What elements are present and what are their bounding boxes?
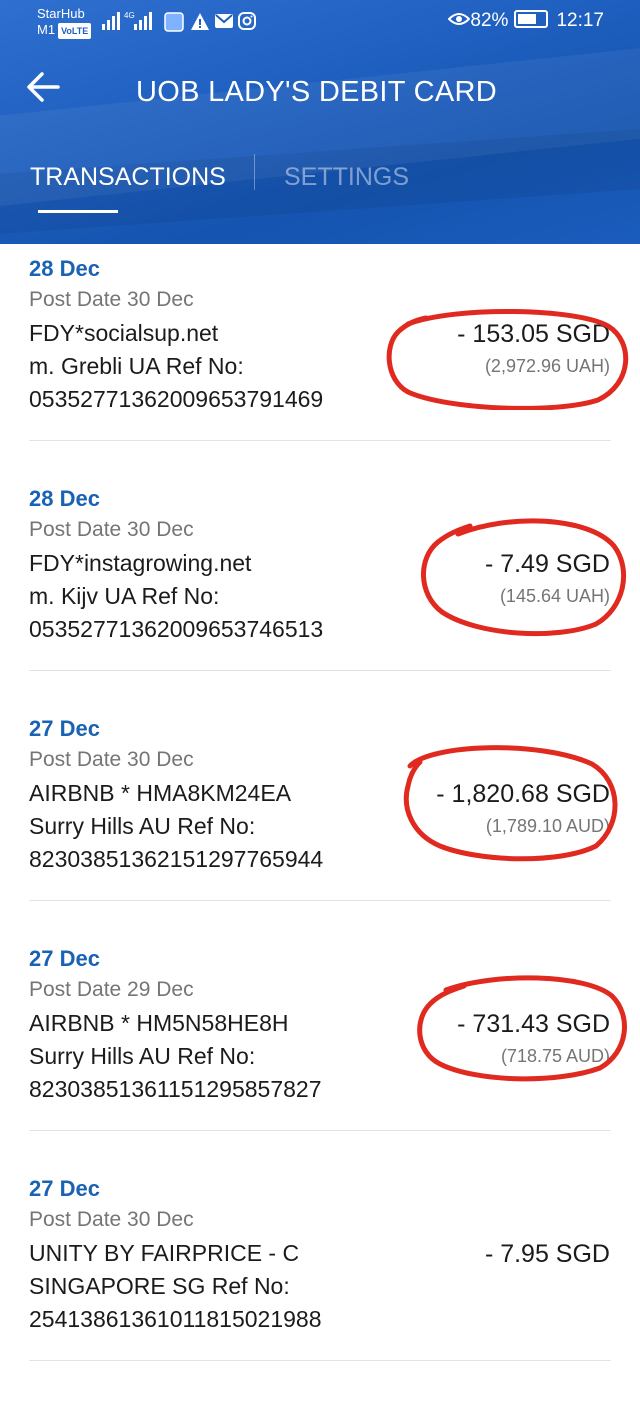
reference-number: 82303851362151297765944 <box>29 846 324 872</box>
row-divider <box>29 670 611 671</box>
signal-4g-icon: 4G <box>124 11 152 30</box>
merchant-location: m. Grebli UA Ref No: <box>29 353 244 379</box>
post-date: Post Date 30 Dec <box>29 748 194 771</box>
merchant-location: m. Kijv UA Ref No: <box>29 583 220 609</box>
merchant-name: FDY*instagrowing.net <box>29 550 252 576</box>
active-tab-indicator <box>38 210 118 213</box>
status-right: 82% 12:17 <box>448 10 604 32</box>
row-divider <box>29 1360 611 1361</box>
foreign-amount: (2,972.96 UAH) <box>484 356 610 376</box>
transaction-amount: - 153.05 SGD <box>457 320 610 348</box>
tab-transactions[interactable]: TRANSACTIONS <box>30 163 226 192</box>
transaction-row[interactable]: 28 Dec Post Date 30 Dec FDY*socialsup.ne… <box>0 256 640 486</box>
back-arrow-icon[interactable] <box>26 70 60 104</box>
app-notification-icon <box>164 12 184 32</box>
foreign-amount: (145.64 UAH) <box>499 586 610 606</box>
transaction-amount: - 7.49 SGD <box>484 550 610 578</box>
instagram-icon <box>238 12 256 30</box>
reference-number: 25413861361011815021988 <box>29 1306 322 1332</box>
warning-icon <box>191 13 209 30</box>
page-title: UOB LADY'S DEBIT CARD <box>136 76 497 108</box>
transaction-amount: - 731.43 SGD <box>457 1010 610 1038</box>
merchant-location: SINGAPORE SG Ref No: <box>29 1273 290 1299</box>
volte-badge: VoLTE <box>58 23 92 39</box>
transaction-date: 28 Dec <box>29 486 100 511</box>
transaction-row[interactable]: 27 Dec Post Date 30 Dec AIRBNB * HMA8KM2… <box>0 716 640 946</box>
svg-text:4G: 4G <box>124 11 135 20</box>
merchant-name: AIRBNB * HM5N58HE8H <box>29 1010 289 1036</box>
merchant-name: AIRBNB * HMA8KM24EA <box>29 780 292 806</box>
transaction-amount: - 1,820.68 SGD <box>436 780 610 808</box>
carrier-top: StarHub <box>37 6 85 21</box>
transaction-date: 27 Dec <box>29 946 100 971</box>
transaction-date: 28 Dec <box>29 256 100 281</box>
eye-icon <box>448 13 471 25</box>
carrier-label: StarHub M1 VoLTE <box>37 6 92 39</box>
merchant-name: UNITY BY FAIRPRICE - C <box>29 1240 300 1266</box>
battery-percent: 82% <box>470 10 509 31</box>
post-date: Post Date 30 Dec <box>29 518 194 541</box>
battery-icon <box>514 10 549 28</box>
row-divider <box>29 900 611 901</box>
transaction-date: 27 Dec <box>29 716 100 741</box>
post-date: Post Date 29 Dec <box>29 978 194 1001</box>
mail-icon <box>215 14 233 28</box>
post-date: Post Date 30 Dec <box>29 288 194 311</box>
signal-icon <box>102 12 120 30</box>
merchant-name: FDY*socialsup.net <box>29 320 219 346</box>
transaction-row[interactable]: 27 Dec Post Date 30 Dec UNITY BY FAIRPRI… <box>0 1176 640 1406</box>
status-bar: StarHub M1 VoLTE 4G 82% 12:17 <box>0 0 640 44</box>
post-date: Post Date 30 Dec <box>29 1208 194 1231</box>
transaction-date: 27 Dec <box>29 1176 100 1201</box>
carrier-bottom: M1 <box>37 22 56 37</box>
row-divider <box>29 1130 611 1131</box>
reference-number: 82303851361151295857827 <box>29 1076 322 1102</box>
reference-number: 05352771362009653791469 <box>29 386 324 412</box>
tab-settings[interactable]: SETTINGS <box>284 163 409 192</box>
merchant-location: Surry Hills AU Ref No: <box>29 1043 256 1069</box>
app-header: StarHub M1 VoLTE 4G 82% 12:17 UOB LADY'S… <box>0 0 640 244</box>
row-divider <box>29 440 611 441</box>
transaction-row[interactable]: 27 Dec Post Date 29 Dec AIRBNB * HM5N58H… <box>0 946 640 1176</box>
reference-number: 05352771362009653746513 <box>29 616 324 642</box>
tab-divider <box>254 154 255 190</box>
transaction-row[interactable]: 28 Dec Post Date 30 Dec FDY*instagrowing… <box>0 486 640 716</box>
transaction-amount: - 7.95 SGD <box>484 1240 610 1268</box>
foreign-amount: (1,789.10 AUD) <box>485 816 610 836</box>
foreign-amount: (718.75 AUD) <box>500 1046 610 1066</box>
merchant-location: Surry Hills AU Ref No: <box>29 813 256 839</box>
clock: 12:17 <box>556 10 604 31</box>
